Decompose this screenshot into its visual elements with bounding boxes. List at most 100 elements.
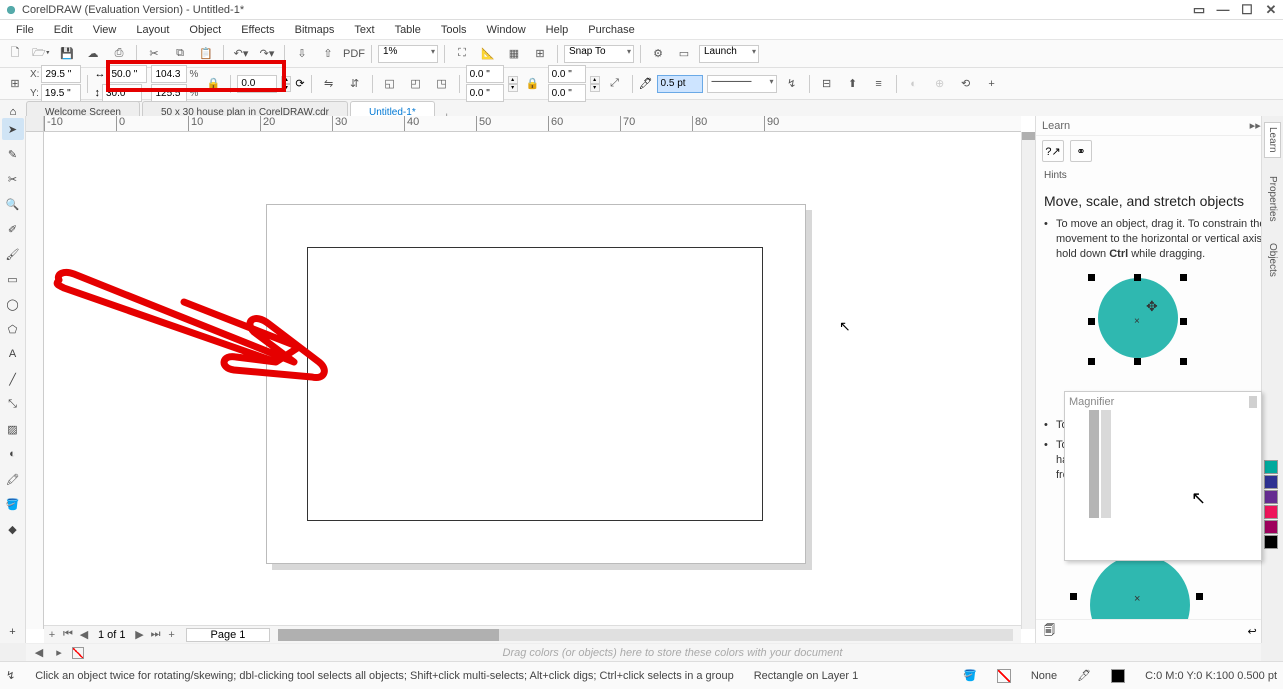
align-text-button[interactable]: ≡ (868, 73, 890, 95)
palette-menu-button[interactable]: ▸ (52, 646, 66, 659)
weld-button[interactable]: ⊕ (929, 73, 951, 95)
first-page-button[interactable]: ⏮ (60, 628, 76, 641)
palette-none-swatch[interactable] (72, 647, 84, 659)
minimize-button[interactable]: — (1215, 2, 1231, 18)
fullscreen-button[interactable]: ⛶ (451, 43, 473, 65)
quick-custom-button[interactable]: + (2, 621, 24, 643)
corner-tr-input[interactable] (548, 65, 586, 83)
menu-purchase[interactable]: Purchase (578, 22, 644, 38)
sub-minimize-icon[interactable]: ▭ (1191, 2, 1207, 18)
rulers-button[interactable]: 📐 (477, 43, 499, 65)
canvas-area[interactable]: -100102030405060708090 ↖ + ⏮ ◀ 1 of 1 ▶ … (26, 116, 1035, 643)
horizontal-ruler[interactable]: -100102030405060708090 (44, 116, 1021, 132)
width-input[interactable] (107, 65, 147, 83)
add-button[interactable]: + (981, 73, 1003, 95)
palette-swatch[interactable] (1264, 475, 1278, 489)
scale-w-input[interactable] (151, 65, 187, 83)
pick-tool[interactable]: ➤ (2, 118, 24, 140)
document-palette[interactable]: ◀ ▸ Drag colors (or objects) here to sto… (26, 643, 1261, 661)
ruler-corner[interactable] (26, 116, 44, 132)
fill-swatch[interactable] (997, 669, 1011, 683)
export-button[interactable]: ⇧ (317, 43, 339, 65)
height-input[interactable] (102, 84, 142, 102)
rotation-input[interactable] (237, 75, 277, 93)
corner-bl-input[interactable] (466, 84, 504, 102)
hints-back-button[interactable]: ↩ (1248, 626, 1257, 638)
menu-help[interactable]: Help (536, 22, 579, 38)
corner-tl-input[interactable] (466, 65, 504, 83)
to-front-button[interactable]: ⬆ (842, 73, 864, 95)
next-page-button[interactable]: ▶ (132, 628, 148, 641)
transparency-tool[interactable]: ◐ (2, 443, 24, 465)
lock-ratio-button[interactable]: 🔒 (202, 73, 224, 95)
menu-effects[interactable]: Effects (231, 22, 284, 38)
docker-tab-learn[interactable]: Learn (1264, 122, 1281, 158)
save-button[interactable]: 💾 (56, 43, 78, 65)
wrap-text-button[interactable]: ↯ (781, 73, 803, 95)
learn-collapse-button[interactable]: ▸▸ (1250, 120, 1261, 132)
prev-page-button[interactable]: ◀ (76, 628, 92, 641)
maximize-button[interactable]: ☐ (1239, 2, 1255, 18)
menu-tools[interactable]: Tools (431, 22, 477, 38)
palette-swatch[interactable] (1264, 520, 1278, 534)
add-page-button[interactable]: + (44, 629, 60, 641)
corner-lock-button[interactable]: 🔒 (522, 73, 544, 95)
explore-tab-button[interactable]: ⚭ (1070, 140, 1092, 162)
rectangle-object[interactable] (307, 247, 763, 521)
fill-tool[interactable]: 🪣 (2, 493, 24, 515)
connector-tool[interactable]: ⤡ (2, 393, 24, 415)
x-position-input[interactable] (41, 65, 81, 83)
cut-button[interactable]: ✂ (143, 43, 165, 65)
line-style-dropdown[interactable]: ———— (707, 75, 777, 93)
menu-table[interactable]: Table (385, 22, 431, 38)
drop-shadow-tool[interactable]: ▨ (2, 418, 24, 440)
eyedropper-tool[interactable]: 🖍 (2, 468, 24, 490)
menu-file[interactable]: File (6, 22, 44, 38)
menu-text[interactable]: Text (344, 22, 384, 38)
launch-dropdown[interactable]: Launch (699, 45, 759, 63)
corner-br-input[interactable] (548, 84, 586, 102)
menu-object[interactable]: Object (179, 22, 231, 38)
print-button[interactable]: ⎙ (108, 43, 130, 65)
rectangle-tool[interactable]: ▭ (2, 268, 24, 290)
zoom-level[interactable]: 1% (378, 45, 438, 63)
artistic-media-tool[interactable]: 🖌 (2, 243, 24, 265)
object-origin-button[interactable]: ⊞ (4, 73, 26, 95)
new-doc-button[interactable]: 🗋 (4, 43, 26, 65)
grid-button[interactable]: ▦ (503, 43, 525, 65)
palette-left-button[interactable]: ◀ (32, 646, 46, 659)
options-button[interactable]: ⚙ (647, 43, 669, 65)
add-page-after-button[interactable]: + (164, 629, 180, 641)
palette-swatch[interactable] (1264, 460, 1278, 474)
vertical-scrollbar[interactable] (1021, 132, 1035, 629)
order-button[interactable]: ⊟ (816, 73, 838, 95)
menu-layout[interactable]: Layout (126, 22, 179, 38)
menu-edit[interactable]: Edit (44, 22, 83, 38)
freehand-tool[interactable]: ✐ (2, 218, 24, 240)
magnifier-scrollbar[interactable] (1249, 396, 1257, 408)
redo-button[interactable]: ↷▾ (256, 43, 278, 65)
snap-to-dropdown[interactable]: Snap To (564, 45, 634, 63)
outline-indicator-icon[interactable]: 🖊 (1077, 669, 1091, 682)
rot-up[interactable]: ▴ (281, 76, 291, 84)
palette-swatch[interactable] (1264, 535, 1278, 549)
menu-bitmaps[interactable]: Bitmaps (285, 22, 345, 38)
app-launcher-button[interactable]: ▭ (673, 43, 695, 65)
page-tab-1[interactable]: Page 1 (186, 628, 271, 642)
refresh-button[interactable]: ⟲ (955, 73, 977, 95)
outline-swatch[interactable] (1111, 669, 1125, 683)
import-button[interactable]: ⇩ (291, 43, 313, 65)
palette-swatch[interactable] (1264, 505, 1278, 519)
menu-view[interactable]: View (83, 22, 127, 38)
close-button[interactable]: ✕ (1263, 2, 1279, 18)
paste-button[interactable]: 📋 (195, 43, 217, 65)
corner-scallop-button[interactable]: ◰ (405, 73, 427, 95)
docker-tab-properties[interactable]: Properties (1265, 172, 1280, 226)
zoom-tool[interactable]: 🔍 (2, 193, 24, 215)
publish-pdf-button[interactable]: PDF (343, 43, 365, 65)
copy-button[interactable]: ⧉ (169, 43, 191, 65)
ellipse-tool[interactable]: ◯ (2, 293, 24, 315)
parallel-dim-tool[interactable]: ╱ (2, 368, 24, 390)
open-button[interactable]: 🗁▾ (30, 43, 52, 65)
hints-clipboard-button[interactable]: 🗐 (1044, 622, 1055, 641)
